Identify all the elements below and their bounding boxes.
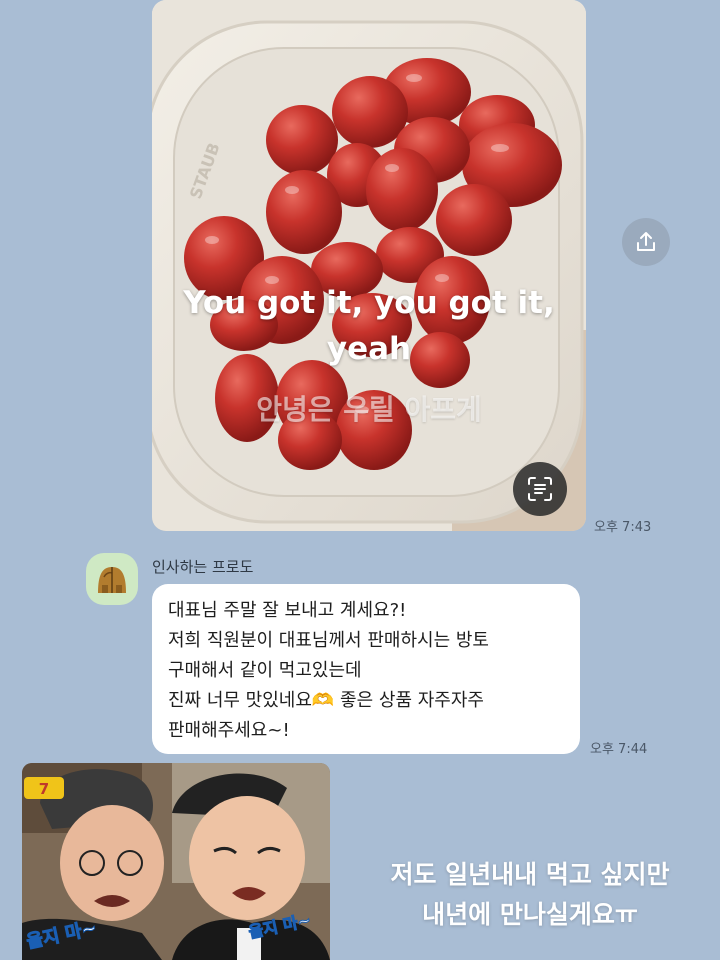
overlay-reply-text: 저도 일년내내 먹고 싶지만 내년에 만나실게요ㅠ [340,855,720,935]
lyric-caption-english: You got it, you got it, yeah [183,285,555,367]
channel-logo: 7 [39,780,49,798]
lyric-caption-korean: 안녕은 우릴 아프게 [256,393,482,426]
sender-name: 인사하는 프로도 [152,558,254,576]
share-button[interactable] [622,218,670,266]
photo-timestamp: 오후 7:43 [594,520,652,535]
message-line: 진짜 너무 맛있네요🫶 좋은 상품 자주자주 [168,690,484,711]
frodo-avatar-icon [98,567,126,593]
photo-message[interactable]: STAUB You got it, you got it, yeah 안녕은 우… [152,0,586,531]
overlay-line-2: 내년에 만나실게요ㅠ [422,900,638,929]
message-bubble[interactable]: 대표님 주말 잘 보내고 계세요?! 저희 직원분이 대표님께서 판매하시는 방… [152,584,580,754]
overlay-line-1: 저도 일년내내 먹고 싶지만 [390,860,670,889]
message-timestamp: 오후 7:44 [590,742,648,757]
avatar[interactable] [86,553,138,605]
meme-image[interactable]: 7 울지 마~ 울지 마~ [22,763,330,960]
message-line: 판매해주세요~! [168,720,290,741]
message-line: 구매해서 같이 먹고있는데 [168,660,362,681]
tomato-bowl-photo: STAUB [152,0,586,531]
message-line: 대표님 주말 잘 보내고 계세요?! [168,600,407,621]
crying-men-illustration: 7 울지 마~ 울지 마~ [22,763,330,960]
share-icon [637,232,655,251]
scan-text-button[interactable] [513,462,567,516]
message-line: 저희 직원분이 대표님께서 판매하시는 방토 [168,630,489,651]
scan-text-icon [528,477,552,501]
